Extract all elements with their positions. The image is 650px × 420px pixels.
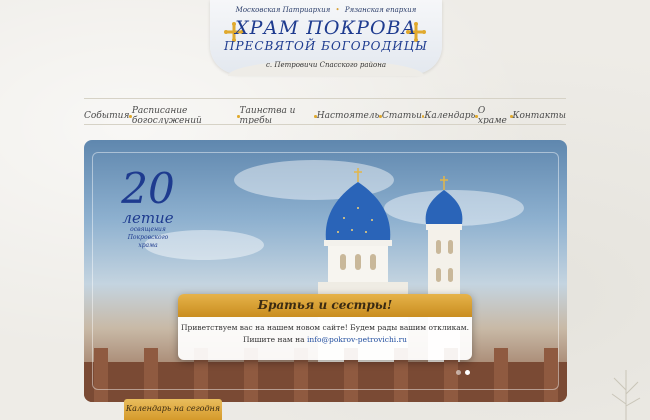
nav-item-about[interactable]: О храме [478,106,510,126]
announcement-heading: Братья и сестры! [178,294,472,317]
site-title-line2[interactable]: ПРЕСВЯТОЙ БОГОРОДИЦЫ [210,39,442,53]
announcement-body: Приветствуем вас на нашем новом сайте! Б… [178,317,472,360]
announcement-box: Братья и сестры! Приветствуем вас на наш… [178,294,472,360]
nav-item-articles[interactable]: Статьи [382,111,422,121]
announcement-line2: Пишите нам на info@pokrov-petrovichi.ru [178,334,472,346]
eparchy-link[interactable]: Рязанская епархия [345,6,416,14]
site-location: с. Петровичи Спасского района [265,61,387,69]
nav-item-calendar[interactable]: Календарь [424,111,475,121]
announcement-line2-prefix: Пишите нам на [242,335,308,344]
jubilee-caption-1: освящения [130,226,166,233]
hero-slider[interactable]: 20 летие освящения Покровского храма Бра… [84,140,567,402]
slider-dot-1[interactable] [456,370,461,375]
jubilee-word: летие [122,209,174,227]
slider-pagination [456,370,470,375]
nav-item-contacts[interactable]: Контакты [513,111,566,121]
patriarchy-link[interactable]: Московская Патриархия [236,6,331,14]
jubilee-caption-2: Покровского храма [127,234,169,249]
nav-bottom-rule [84,124,566,125]
header-topline: Московская Патриархия • Рязанская епархи… [210,6,442,14]
calendar-today-tab[interactable]: Календарь на сегодня [124,399,222,420]
nav-item-rector[interactable]: Настоятель [317,111,380,121]
nav-item-schedule[interactable]: Расписание богослужений [132,106,237,126]
slider-dot-2[interactable] [465,370,470,375]
announcement-line1: Приветствуем вас на нашем новом сайте! Б… [181,323,469,332]
nav-top-rule [84,98,566,99]
email-link[interactable]: info@pokrov-petrovichi.ru [307,335,407,344]
tree-decoration-icon [611,370,641,420]
main-nav: События Расписание богослужений Таинства… [84,106,566,126]
nav-item-events[interactable]: События [84,111,129,121]
jubilee-number: 20 [121,164,175,213]
dot-separator: • [335,6,340,14]
nav-item-sacraments[interactable]: Таинства и требы [240,106,315,126]
jubilee-logo: 20 летие освящения Покровского храма [118,168,178,250]
site-title[interactable]: ХРАМ ПОКРОВА [210,17,442,39]
